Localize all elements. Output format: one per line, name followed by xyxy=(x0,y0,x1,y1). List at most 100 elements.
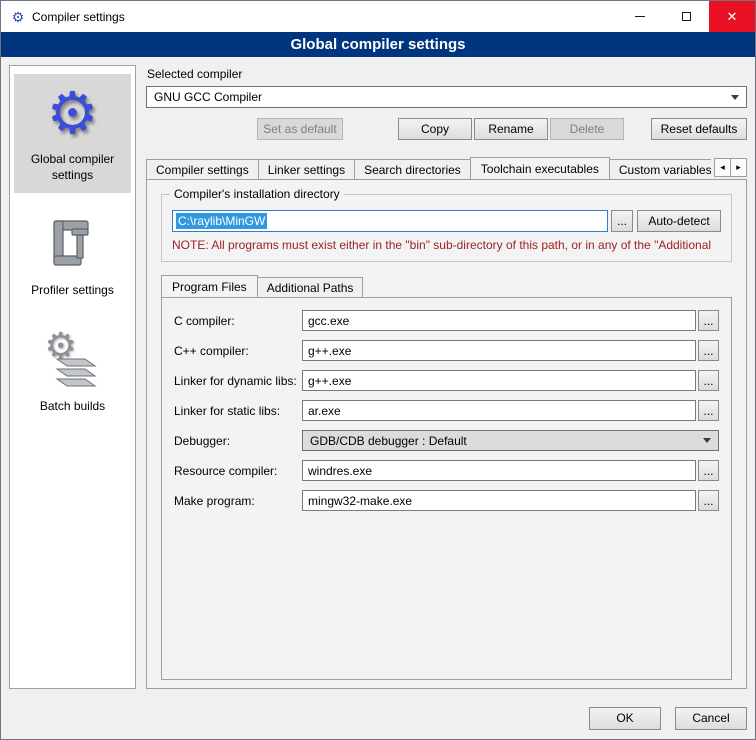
tab-program-files[interactable]: Program Files xyxy=(161,275,258,297)
stacked-sheets-icon xyxy=(49,353,105,393)
cpp-compiler-input[interactable]: g++.exe xyxy=(302,340,696,361)
ok-button[interactable]: OK xyxy=(589,707,661,730)
debugger-label: Debugger: xyxy=(174,434,302,448)
compiler-select[interactable]: GNU GCC Compiler xyxy=(146,86,747,108)
cpp-compiler-value: g++.exe xyxy=(308,344,351,358)
dialog-body: ⚙ Global compiler settings xyxy=(1,57,755,697)
static-linker-browse-button[interactable]: ... xyxy=(698,400,719,421)
tabs-scroll-area: Compiler settings Linker settings Search… xyxy=(146,157,711,179)
c-compiler-browse-button[interactable]: ... xyxy=(698,310,719,331)
cpp-compiler-row: C++ compiler: g++.exe ... xyxy=(174,340,719,361)
debugger-select[interactable]: GDB/CDB debugger : Default xyxy=(302,430,719,451)
autodetect-button[interactable]: Auto-detect xyxy=(637,210,721,232)
titlebar: ⚙ Compiler settings ✕ xyxy=(1,1,755,32)
tab-scroll-buttons: ◂ ▸ xyxy=(715,158,747,177)
minimize-icon xyxy=(635,16,645,17)
inner-tabs-scroll-area: Program Files Additional Paths xyxy=(161,275,363,297)
main-content: Selected compiler GNU GCC Compiler Set a… xyxy=(146,65,747,689)
install-dir-input[interactable]: C:\raylib\MinGW xyxy=(172,210,608,232)
sidebar-item-label: Batch builds xyxy=(40,399,105,415)
cancel-button[interactable]: Cancel xyxy=(675,707,747,730)
program-files-panel: C compiler: gcc.exe ... C++ compiler: g+… xyxy=(161,297,732,680)
make-program-row: Make program: mingw32-make.exe ... xyxy=(174,490,719,511)
batch-builds-icon-box: ⚙ xyxy=(41,329,105,393)
window-controls: ✕ xyxy=(617,1,755,32)
resource-compiler-value: windres.exe xyxy=(308,464,372,478)
program-files-tabstrip: Program Files Additional Paths xyxy=(161,274,732,297)
install-dir-note: NOTE: All programs must exist either in … xyxy=(172,238,721,252)
c-compiler-label: C compiler: xyxy=(174,314,302,328)
chevron-down-icon xyxy=(703,438,711,443)
maximize-button[interactable] xyxy=(663,1,709,32)
tab-additional-paths[interactable]: Additional Paths xyxy=(257,277,364,297)
sidebar-item-profiler-settings[interactable]: Profiler settings xyxy=(14,205,131,309)
reset-defaults-button[interactable]: Reset defaults xyxy=(651,118,747,140)
cpp-compiler-label: C++ compiler: xyxy=(174,344,302,358)
window-title: Compiler settings xyxy=(32,10,125,24)
c-compiler-value: gcc.exe xyxy=(308,314,349,328)
sidebar-item-batch-builds[interactable]: ⚙ Batch builds xyxy=(14,321,131,425)
dynamic-linker-label: Linker for dynamic libs: xyxy=(174,374,302,388)
compiler-select-value: GNU GCC Compiler xyxy=(154,90,262,104)
resource-compiler-label: Resource compiler: xyxy=(174,464,302,478)
tab-scroll-right-button[interactable]: ▸ xyxy=(730,158,747,177)
maximize-icon xyxy=(682,12,691,21)
rename-button[interactable]: Rename xyxy=(474,118,548,140)
install-dir-groupbox: Compiler's installation directory C:\ray… xyxy=(161,194,732,262)
dialog-footer: OK Cancel xyxy=(1,697,755,739)
resource-compiler-browse-button[interactable]: ... xyxy=(698,460,719,481)
left-arrow-icon: ◂ xyxy=(720,162,725,173)
resource-compiler-input[interactable]: windres.exe xyxy=(302,460,696,481)
blue-gear-icon: ⚙ xyxy=(47,82,99,146)
dialog-header-title: Global compiler settings xyxy=(1,32,755,57)
debugger-row: Debugger: GDB/CDB debugger : Default xyxy=(174,430,719,451)
compiler-actions-row: Set as default Copy Rename Delete Reset … xyxy=(146,118,747,140)
install-dir-browse-button[interactable]: ... xyxy=(611,210,633,232)
sidebar-item-global-compiler-settings[interactable]: ⚙ Global compiler settings xyxy=(14,74,131,193)
selected-compiler-label: Selected compiler xyxy=(147,67,747,81)
cpp-compiler-browse-button[interactable]: ... xyxy=(698,340,719,361)
dynamic-linker-row: Linker for dynamic libs: g++.exe ... xyxy=(174,370,719,391)
make-program-browse-button[interactable]: ... xyxy=(698,490,719,511)
install-dir-row: C:\raylib\MinGW ... Auto-detect xyxy=(172,210,721,232)
install-dir-value: C:\raylib\MinGW xyxy=(176,213,267,229)
minimize-button[interactable] xyxy=(617,1,663,32)
static-linker-input[interactable]: ar.exe xyxy=(302,400,696,421)
compiler-settings-window: ⚙ Compiler settings ✕ Global compiler se… xyxy=(0,0,756,740)
static-linker-label: Linker for static libs: xyxy=(174,404,302,418)
c-compiler-row: C compiler: gcc.exe ... xyxy=(174,310,719,331)
right-arrow-icon: ▸ xyxy=(736,162,741,173)
delete-button[interactable]: Delete xyxy=(550,118,624,140)
batch-builds-icon: ⚙ xyxy=(41,329,105,393)
tab-linker-settings[interactable]: Linker settings xyxy=(258,159,355,179)
debugger-select-value: GDB/CDB debugger : Default xyxy=(310,434,467,448)
settings-tabstrip: Compiler settings Linker settings Search… xyxy=(146,156,747,179)
make-program-input[interactable]: mingw32-make.exe xyxy=(302,490,696,511)
static-linker-row: Linker for static libs: ar.exe ... xyxy=(174,400,719,421)
resource-compiler-row: Resource compiler: windres.exe ... xyxy=(174,460,719,481)
install-dir-group-title: Compiler's installation directory xyxy=(170,187,344,201)
dynamic-linker-input[interactable]: g++.exe xyxy=(302,370,696,391)
tab-toolchain-executables[interactable]: Toolchain executables xyxy=(470,157,610,179)
profiler-icon-box xyxy=(41,213,105,277)
tab-custom-variables[interactable]: Custom variables xyxy=(609,159,711,179)
sidebar-item-label: Global compiler settings xyxy=(16,152,129,183)
make-program-value: mingw32-make.exe xyxy=(308,494,412,508)
tab-scroll-left-button[interactable]: ◂ xyxy=(714,158,731,177)
set-as-default-button[interactable]: Set as default xyxy=(257,118,343,140)
c-compiler-input[interactable]: gcc.exe xyxy=(302,310,696,331)
clamp-icon xyxy=(46,216,100,274)
tab-search-directories[interactable]: Search directories xyxy=(354,159,471,179)
toolchain-executables-panel: Compiler's installation directory C:\ray… xyxy=(146,179,747,689)
dynamic-linker-value: g++.exe xyxy=(308,374,351,388)
global-compiler-icon-box: ⚙ xyxy=(41,82,105,146)
close-button[interactable]: ✕ xyxy=(709,1,755,32)
static-linker-value: ar.exe xyxy=(308,404,341,418)
chevron-down-icon xyxy=(731,95,739,100)
make-program-label: Make program: xyxy=(174,494,302,508)
dynamic-linker-browse-button[interactable]: ... xyxy=(698,370,719,391)
tab-compiler-settings[interactable]: Compiler settings xyxy=(146,159,259,179)
copy-button[interactable]: Copy xyxy=(398,118,472,140)
sidebar-item-label: Profiler settings xyxy=(31,283,114,299)
app-gear-icon: ⚙ xyxy=(10,9,26,25)
